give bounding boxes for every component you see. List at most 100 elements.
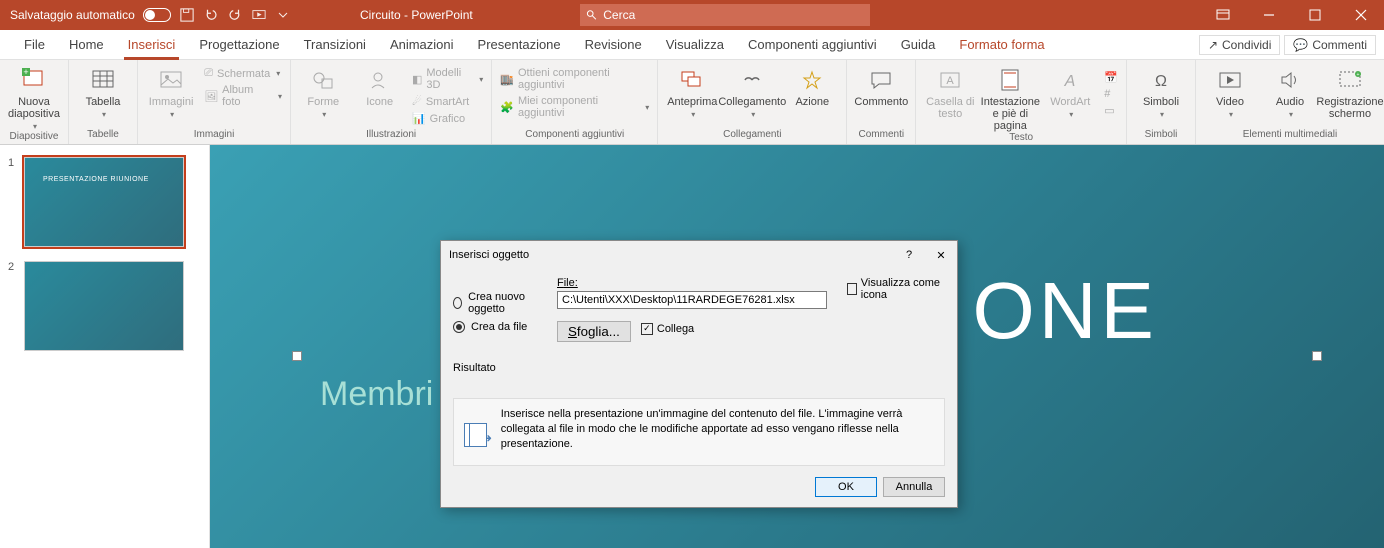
shapes-icon: [309, 66, 337, 94]
tab-view[interactable]: Visualizza: [654, 30, 736, 59]
tab-review[interactable]: Revisione: [573, 30, 654, 59]
smartart-button[interactable]: ☄SmartArt: [410, 94, 485, 109]
autosave-toggle[interactable]: [143, 8, 171, 22]
radio-icon: [453, 297, 462, 309]
tab-transitions[interactable]: Transizioni: [292, 30, 378, 59]
tab-design[interactable]: Progettazione: [187, 30, 291, 59]
link-button[interactable]: Collegamento▾: [724, 66, 780, 119]
symbols-button[interactable]: ΩSimboli▾: [1133, 66, 1189, 119]
browse-button[interactable]: Sfoglia...: [557, 321, 631, 342]
svg-text:A: A: [947, 75, 955, 87]
chart-icon: 📊: [412, 112, 426, 125]
screen-rec-icon: +: [1336, 66, 1364, 94]
photo-album-button[interactable]: 🖼Album foto▾: [202, 83, 284, 109]
cube-icon: ◧: [412, 73, 422, 86]
group-images-label: Immagini: [144, 129, 284, 142]
selection-handle[interactable]: [1312, 351, 1322, 361]
radio-create-new[interactable]: Crea nuovo oggetto: [453, 291, 537, 315]
tab-home[interactable]: Home: [57, 30, 116, 59]
zoom-button[interactable]: Anteprima▾: [664, 66, 720, 119]
slide-thumbnail-2[interactable]: [24, 261, 184, 351]
comment-button[interactable]: Commento: [853, 66, 909, 108]
redo-icon[interactable]: [227, 7, 243, 23]
svg-text:Ω: Ω: [1155, 73, 1167, 90]
smartart-icon: ☄: [412, 95, 422, 108]
radio-icon: [453, 321, 465, 333]
undo-icon[interactable]: [203, 7, 219, 23]
selection-handle[interactable]: [292, 351, 302, 361]
tab-animations[interactable]: Animazioni: [378, 30, 466, 59]
zoom-icon: [678, 66, 706, 94]
tab-slideshow[interactable]: Presentazione: [466, 30, 573, 59]
shapes-button[interactable]: Forme▾: [297, 66, 349, 119]
tab-shape-format[interactable]: Formato forma: [947, 30, 1056, 59]
slideshow-icon[interactable]: [251, 7, 267, 23]
tab-file[interactable]: File: [12, 30, 57, 59]
my-addins-button[interactable]: 🧩Miei componenti aggiuntivi▾: [498, 94, 651, 120]
images-button[interactable]: Immagini▾: [144, 66, 198, 119]
search-input[interactable]: [603, 8, 864, 22]
menu-bar: File Home Inserisci Progettazione Transi…: [0, 30, 1384, 60]
slide-1-number: 1: [8, 157, 18, 247]
share-button[interactable]: ↗Condividi: [1199, 35, 1280, 55]
group-media-label: Elementi multimediali: [1202, 129, 1378, 142]
wordart-button[interactable]: AWordArt▾: [1042, 66, 1098, 119]
header-footer-button[interactable]: Intestazione e piè di pagina: [982, 66, 1038, 132]
table-icon: [89, 66, 117, 94]
minimize-icon[interactable]: [1246, 0, 1292, 30]
qat-more-icon[interactable]: [275, 7, 291, 23]
link-icon: [738, 66, 766, 94]
table-button[interactable]: Tabella▾: [75, 66, 131, 119]
ok-button[interactable]: OK: [815, 477, 877, 497]
chart-button[interactable]: 📊Grafico: [410, 111, 485, 126]
svg-text:+: +: [23, 67, 28, 77]
tab-insert[interactable]: Inserisci: [116, 30, 188, 59]
3d-models-button[interactable]: ◧Modelli 3D▾: [410, 66, 485, 92]
maximize-icon[interactable]: [1292, 0, 1338, 30]
close-icon[interactable]: [1338, 0, 1384, 30]
dialog-title: Inserisci oggetto: [449, 249, 529, 261]
checkbox-icon: [847, 283, 857, 295]
screenshot-button[interactable]: ⎚Schermata▾: [202, 66, 284, 81]
share-icon: ↗: [1208, 38, 1218, 52]
icons-button[interactable]: Icone: [353, 66, 405, 108]
group-slides-label: Diapositive: [6, 131, 62, 144]
dialog-help-button[interactable]: ?: [901, 249, 917, 262]
tab-addins[interactable]: Componenti aggiuntivi: [736, 30, 889, 59]
group-comments-label: Commenti: [853, 129, 909, 142]
svg-text:+: +: [1357, 72, 1360, 78]
svg-text:A: A: [1064, 73, 1076, 90]
link-checkbox[interactable]: ✓Collega: [641, 323, 694, 335]
screen-recording-button[interactable]: +Registrazione schermo: [1322, 66, 1378, 120]
date-time-icon[interactable]: 📅: [1102, 70, 1120, 85]
slide-number-icon[interactable]: #: [1102, 87, 1120, 101]
dialog-close-button[interactable]: ✕: [933, 249, 949, 262]
cancel-button[interactable]: Annulla: [883, 477, 945, 497]
addins-icon: 🧩: [500, 101, 514, 114]
slide-subtitle-text[interactable]: Membri: [320, 375, 433, 414]
tab-help[interactable]: Guida: [889, 30, 948, 59]
get-addins-button[interactable]: 🏬Ottieni componenti aggiuntivi: [498, 66, 651, 92]
display-as-icon-checkbox[interactable]: Visualizza come icona: [847, 277, 945, 301]
result-label: Risultato: [453, 362, 945, 374]
new-slide-button[interactable]: + Nuova diapositiva▾: [6, 66, 62, 131]
result-icon: ➜: [464, 417, 487, 457]
radio-create-from-file[interactable]: Crea da file: [453, 321, 537, 333]
object-icon[interactable]: ▭: [1102, 103, 1120, 118]
ribbon-display-icon[interactable]: [1200, 0, 1246, 30]
dialog-titlebar[interactable]: Inserisci oggetto ? ✕: [441, 241, 957, 269]
comments-button[interactable]: 💬Commenti: [1284, 35, 1376, 55]
autosave-label: Salvataggio automatico: [10, 8, 135, 22]
file-path-input[interactable]: [557, 291, 827, 309]
slide-thumbnail-1[interactable]: PRESENTAZIONE RIUNIONE: [24, 157, 184, 247]
result-preview: ➜ Inserisce nella presentazione un'immag…: [453, 398, 945, 466]
action-button[interactable]: Azione: [784, 66, 840, 108]
omega-icon: Ω: [1147, 66, 1175, 94]
thumb-1-title: PRESENTAZIONE RIUNIONE: [43, 176, 149, 183]
result-description: Inserisce nella presentazione un'immagin…: [501, 407, 934, 457]
search-box[interactable]: [580, 4, 870, 26]
video-button[interactable]: Video▾: [1202, 66, 1258, 119]
textbox-button[interactable]: ACasella di testo: [922, 66, 978, 120]
save-icon[interactable]: [179, 7, 195, 23]
audio-button[interactable]: Audio▾: [1262, 66, 1318, 119]
